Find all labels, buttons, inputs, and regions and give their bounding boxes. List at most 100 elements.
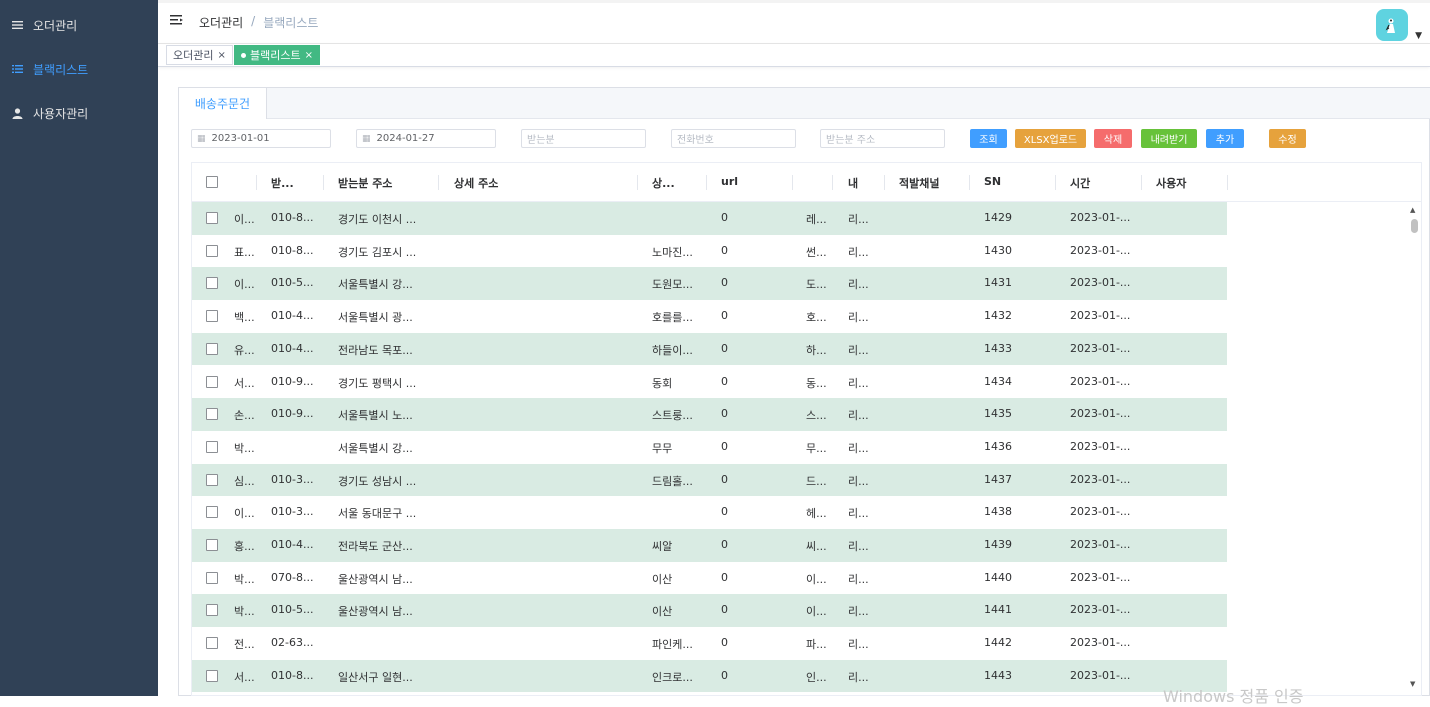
select-all-checkbox[interactable] bbox=[206, 176, 218, 188]
table-cell: 하들이... bbox=[652, 343, 693, 357]
row-checkbox[interactable] bbox=[206, 440, 218, 453]
table-cell: 070-8... bbox=[271, 570, 314, 584]
sidebar-item-label: 사용자관리 bbox=[33, 106, 89, 121]
table-cell: 리... bbox=[848, 605, 869, 619]
table-cell: 0 bbox=[721, 603, 728, 617]
table-cell: 울산광역시 남... bbox=[338, 572, 413, 586]
table-cell: 010-8... bbox=[271, 668, 314, 682]
row-checkbox[interactable] bbox=[206, 571, 218, 584]
row-checkbox[interactable] bbox=[206, 473, 218, 486]
row-checkbox[interactable] bbox=[206, 277, 218, 290]
receiver-input[interactable]: 받는분 bbox=[521, 129, 646, 148]
column-header[interactable]: url bbox=[721, 175, 738, 188]
table-row[interactable]: 박... 070-8... 울산광역시 남... 이산 0 이... 리... 1440 202… bbox=[192, 562, 1227, 595]
breadcrumb-item[interactable]: 오더관리 bbox=[199, 14, 243, 31]
avatar[interactable] bbox=[1376, 9, 1408, 41]
table-row[interactable]: 표... 010-8... 경기도 김포시 ... 노마진... 0 썬... 리... 14… bbox=[192, 235, 1227, 268]
xlsx-upload-button[interactable]: XLSX업로드 bbox=[1015, 129, 1086, 148]
tab-delivery-orders[interactable]: 배송주문건 bbox=[179, 88, 267, 119]
table-cell: 02-63... bbox=[271, 636, 314, 650]
table-cell: 씨... bbox=[806, 540, 827, 553]
table-row[interactable]: 유... 010-4... 전라남도 목포... 하들이... 0 하... 리... 143… bbox=[192, 332, 1227, 366]
table-cell: 헤... bbox=[806, 507, 827, 521]
table-row[interactable]: 이... 010-5... 서울특별시 강... 도원모... 0 도... 리... 143… bbox=[192, 267, 1227, 301]
table-cell: 010-5... bbox=[271, 603, 314, 617]
row-checkbox[interactable] bbox=[206, 637, 218, 650]
table-cell: 0 bbox=[721, 341, 728, 355]
table-cell: 노마진... bbox=[652, 245, 693, 259]
phone-input[interactable]: 전화번호 bbox=[671, 129, 796, 148]
sidebar-item-blacklist[interactable]: 블랙리스트 bbox=[0, 47, 158, 91]
sidebar-item-user-management[interactable]: 사용자관리 bbox=[0, 91, 158, 135]
table-row[interactable]: 손... 010-9... 서울특별시 노... 스트룽... 0 스... 리... 143… bbox=[192, 398, 1227, 431]
sidebar-item-order-management[interactable]: 오더관리 bbox=[0, 3, 158, 47]
row-checkbox[interactable] bbox=[206, 669, 218, 682]
download-button[interactable]: 내려받기 bbox=[1141, 129, 1197, 148]
table-cell: 010-4... bbox=[271, 538, 314, 551]
table-cell: 이산 bbox=[652, 572, 673, 586]
table-row[interactable]: 심... 010-3... 경기도 성남시 ... 드림홀... 0 드... 리... 14… bbox=[192, 463, 1227, 497]
table-cell: 0 bbox=[721, 439, 728, 453]
tag-order-management[interactable]: 오더관리 × bbox=[166, 45, 233, 65]
scrollbar-thumb[interactable] bbox=[1411, 219, 1418, 233]
column-header[interactable]: 내 bbox=[848, 175, 858, 191]
column-header[interactable]: 사용자 bbox=[1156, 175, 1186, 191]
address-input[interactable]: 받는분 주소 bbox=[820, 129, 945, 148]
table-row[interactable]: 이... 010-3... 서울 동대문구 ... 0 헤... 리... 1438 2023… bbox=[192, 496, 1227, 529]
table-row[interactable]: 서... 010-8... 일산서구 일현... 인크로... 0 인... 리... 144… bbox=[192, 659, 1227, 693]
table-row[interactable]: 이... 010-8... 경기도 이천시 ... 0 레... 리... 1429 2023… bbox=[192, 202, 1227, 235]
table-cell: 010-4... bbox=[271, 341, 314, 355]
tag-label: 블랙리스트 bbox=[250, 49, 301, 62]
chevron-down-icon[interactable]: ▼ bbox=[1415, 31, 1422, 41]
row-checkbox[interactable] bbox=[206, 342, 218, 355]
active-dot-icon bbox=[241, 52, 246, 58]
table-cell: 홍... bbox=[234, 540, 255, 553]
table-scrollbar[interactable]: ▲ ▼ bbox=[1407, 202, 1421, 695]
column-header[interactable]: 상세 주소 bbox=[454, 175, 498, 191]
column-header[interactable]: SN bbox=[984, 175, 1001, 188]
table-row[interactable]: 전... 02-63... 파인케... 0 파... 리... 1442 2023-01-.… bbox=[192, 627, 1227, 660]
table-row[interactable]: 백... 010-4... 서울특별시 광... 호를를... 0 호... 리... 143… bbox=[192, 300, 1227, 333]
table-cell: 인크로... bbox=[652, 670, 693, 684]
row-checkbox[interactable] bbox=[206, 212, 218, 224]
breadcrumb-separator: / bbox=[251, 14, 256, 28]
address-placeholder: 받는분 주소 bbox=[826, 135, 876, 146]
row-checkbox[interactable] bbox=[206, 244, 218, 257]
breadcrumb: 오더관리 / 블랙리스트 bbox=[199, 14, 318, 31]
scroll-down-icon[interactable]: ▼ bbox=[1410, 680, 1415, 688]
scroll-up-icon[interactable]: ▲ bbox=[1410, 206, 1415, 214]
row-checkbox[interactable] bbox=[206, 506, 218, 519]
row-checkbox[interactable] bbox=[206, 310, 218, 323]
row-checkbox[interactable] bbox=[206, 604, 218, 617]
tab-header: 배송주문건 bbox=[179, 88, 1430, 119]
close-icon[interactable]: × bbox=[217, 50, 225, 61]
table-cell: 무... bbox=[806, 441, 827, 455]
column-header[interactable]: 상... bbox=[652, 175, 675, 191]
add-button[interactable]: 추가 bbox=[1206, 129, 1244, 148]
table-cell: 박... bbox=[234, 572, 255, 586]
table-cell: 1429 bbox=[984, 211, 1012, 224]
row-checkbox[interactable] bbox=[206, 408, 218, 421]
column-header[interactable]: 적발채널 bbox=[899, 175, 939, 191]
delete-button[interactable]: 삭제 bbox=[1094, 129, 1132, 148]
row-checkbox[interactable] bbox=[206, 375, 218, 388]
edit-button[interactable]: 수정 bbox=[1269, 129, 1306, 148]
hamburger-icon[interactable] bbox=[170, 15, 184, 29]
row-checkbox[interactable] bbox=[206, 539, 218, 551]
table-row[interactable]: 박... 서울특별시 강... 무무 0 무... 리... 1436 2023-01-... bbox=[192, 431, 1227, 464]
column-header[interactable]: 시간 bbox=[1070, 175, 1090, 191]
column-header[interactable]: 받는분 주소 bbox=[338, 175, 392, 191]
table-cell: 이산 bbox=[652, 605, 673, 619]
table-row[interactable]: 박... 010-5... 울산광역시 남... 이산 0 이... 리... 1441 202… bbox=[192, 594, 1227, 628]
tag-blacklist[interactable]: 블랙리스트 × bbox=[234, 45, 320, 65]
table-row[interactable]: 서... 010-9... 경기도 평택시 ... 동회 0 동... 리... 1434 20… bbox=[192, 366, 1227, 399]
table-cell: 0 bbox=[721, 309, 728, 323]
search-button[interactable]: 조회 bbox=[970, 129, 1007, 148]
column-header[interactable]: 받... bbox=[271, 175, 294, 191]
close-icon[interactable]: × bbox=[305, 50, 313, 61]
table-row[interactable]: 홍... 010-4... 전라북도 군산... 씨알 0 씨... 리... 1439 202… bbox=[192, 529, 1227, 562]
table-cell: 리... bbox=[848, 376, 869, 390]
start-date-picker[interactable]: ▦ 2023-01-01 bbox=[191, 129, 331, 148]
end-date-picker[interactable]: ▦ 2024-01-27 bbox=[356, 129, 496, 148]
table-cell: 울산광역시 남... bbox=[338, 605, 413, 619]
